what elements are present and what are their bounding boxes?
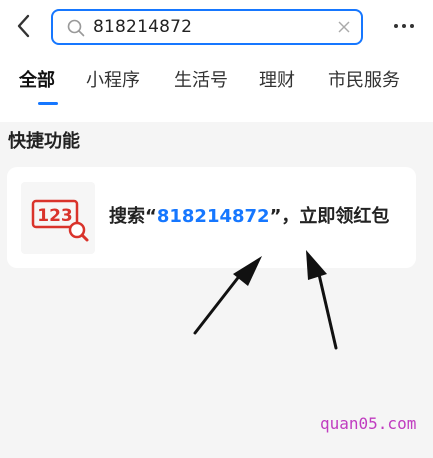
card-text: 搜索“818214872”，立即领红包 <box>109 203 389 231</box>
chevron-left-icon <box>17 14 30 38</box>
header: 818214872 全部 小程序 生活号 理财 市民服务 <box>0 0 433 122</box>
search-input[interactable]: 818214872 <box>51 9 363 45</box>
back-button[interactable] <box>8 10 40 42</box>
number-search-icon: 123 <box>31 199 89 242</box>
tab-finance[interactable]: 理财 <box>259 68 295 94</box>
tab-all[interactable]: 全部 <box>19 68 55 94</box>
quick-action-card[interactable]: 123 搜索“818214872”，立即领红包 <box>7 167 416 268</box>
tab-mini-programs[interactable]: 小程序 <box>86 68 140 94</box>
close-icon[interactable] <box>337 20 351 34</box>
card-text-query: 818214872 <box>156 206 270 227</box>
more-dot <box>402 24 406 28</box>
card-text-suffix: ”，立即领红包 <box>269 206 390 227</box>
card-text-prefix: 搜索“ <box>109 206 157 227</box>
search-icon <box>67 19 85 37</box>
watermark: quan05.com <box>320 414 417 433</box>
more-dot <box>410 24 414 28</box>
more-dots-icon <box>394 24 398 28</box>
card-icon-text: 123 <box>37 206 73 226</box>
tab-citizen-services[interactable]: 市民服务 <box>328 68 400 94</box>
card-icon-container: 123 <box>21 182 95 254</box>
tab-life-accounts[interactable]: 生活号 <box>174 68 228 94</box>
section-title: 快捷功能 <box>8 131 80 152</box>
search-value[interactable]: 818214872 <box>93 11 192 43</box>
active-tab-indicator <box>38 102 58 105</box>
more-button[interactable] <box>388 14 420 38</box>
